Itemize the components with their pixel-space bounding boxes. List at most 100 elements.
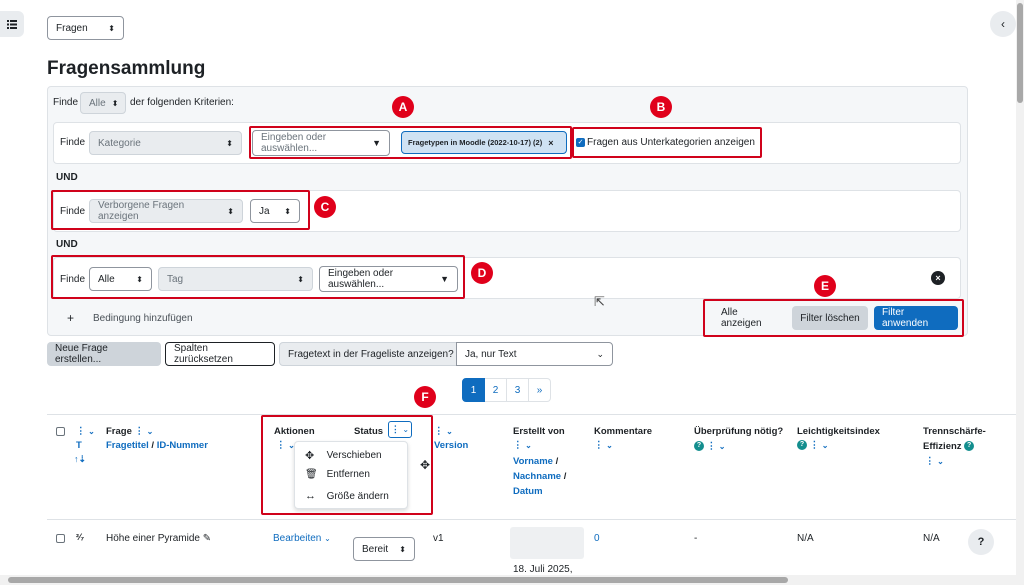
kebab-comments-column[interactable]: ⋮ ⌄ (594, 438, 613, 453)
select-arrow-icon: ⬍ (226, 138, 233, 148)
mouse-pointer-icon: ⇱ (594, 294, 605, 309)
created-date: 18. Juli 2025, (513, 564, 573, 575)
row-checkbox[interactable] (56, 534, 65, 543)
filter-type-value: Kategorie (98, 137, 141, 149)
show-text-label: Fragetext in der Frageliste anzeigen? (279, 342, 457, 366)
horizontal-scrollbar[interactable] (0, 575, 1016, 585)
help-icon[interactable]: ? (694, 441, 704, 452)
page-2[interactable]: 2 (485, 378, 507, 402)
question-column-header: Frage ⋮ ⌄ (106, 424, 153, 439)
horizontal-scrollbar-thumb[interactable] (8, 577, 788, 583)
edit-menu-label: Bearbeiten (273, 533, 322, 544)
chevron-down-icon[interactable]: ⌄ (719, 442, 726, 451)
kebab-discrimination-column[interactable]: ⋮ ⌄ (925, 454, 944, 469)
kebab-version-column[interactable]: ⋮ ⌄ (434, 424, 453, 439)
filter-row-find-label: Finde (60, 137, 86, 148)
vertical-scrollbar[interactable] (1016, 0, 1024, 585)
question-id-sort[interactable]: ID-Nummer (157, 440, 208, 451)
right-drawer-button[interactable]: ‹ (990, 11, 1016, 37)
remove-condition-button[interactable]: × (931, 271, 945, 285)
review-header: Überprüfung nötig? ? ⋮ ⌄ (694, 424, 784, 454)
list-icon (7, 19, 17, 29)
question-title-sort[interactable]: Fragetitel (106, 440, 149, 451)
left-drawer-button[interactable] (0, 11, 24, 37)
kebab-icon[interactable]: ⋮ (135, 426, 145, 437)
created-by-header: Erstellt von (513, 426, 565, 437)
filter-mode-value: Alle (89, 97, 106, 109)
select-arrow-icon: ⬍ (108, 23, 115, 33)
filter-top-suffix: der folgenden Kriterien: (130, 97, 234, 108)
created-by-blur (510, 527, 584, 559)
vertical-scrollbar-thumb[interactable] (1017, 3, 1023, 103)
discrimination-header: Trennschärfe- Effizienz ? (923, 424, 986, 454)
review-value: - (694, 533, 698, 544)
type-column-sort[interactable]: T (76, 438, 82, 453)
filter-top-find: Finde (53, 97, 79, 108)
plus-icon[interactable]: + (67, 311, 74, 325)
help-icon[interactable]: ? (964, 441, 975, 452)
question-column-title: Frage (106, 426, 132, 437)
and-label-2: UND (56, 239, 78, 250)
navigation-select-value: Fragen (56, 22, 88, 34)
marker-f: F (414, 386, 436, 408)
page-3[interactable]: 3 (507, 378, 529, 402)
pencil-icon[interactable]: ✎ (203, 533, 211, 544)
marker-d: D (471, 262, 493, 284)
facility-header: Leichtigkeitsindex (797, 426, 880, 437)
kebab-icon[interactable]: ⋮ (810, 440, 820, 451)
pagination: 1 2 3 » (462, 378, 551, 402)
annotation-box-d (51, 255, 465, 299)
kebab-created-column[interactable]: ⋮ ⌄ (513, 438, 532, 453)
annotation-box-e (703, 299, 964, 337)
last-name-sort[interactable]: Nachname (513, 471, 561, 482)
kebab-icon[interactable]: ⋮ (707, 441, 717, 452)
and-label-1: UND (56, 172, 78, 183)
marker-b: B (650, 96, 672, 118)
status-value: Bereit (362, 543, 389, 555)
edit-menu[interactable]: Bearbeiten ⌄ (273, 533, 331, 544)
show-text-value: Ja, nur Text (465, 348, 517, 360)
annotation-box-c (51, 190, 310, 230)
discrimination-header-line1: Trennschärfe- (923, 426, 986, 437)
review-header-label: Überprüfung nötig? (694, 426, 784, 437)
navigation-select[interactable]: Fragen ⬍ (47, 16, 124, 40)
sort-icon[interactable]: ↑⇣ (74, 452, 86, 467)
page-title: Fragensammlung (47, 58, 206, 79)
question-name-label: Höhe einer Pyramide (106, 533, 200, 544)
date-sort[interactable]: Datum (513, 486, 543, 497)
marker-a: A (392, 96, 414, 118)
marker-e: E (814, 275, 836, 297)
filter-mode-select[interactable]: Alle ⬍ (80, 92, 126, 114)
created-by-sort: Vorname / Nachname / Datum (513, 456, 567, 497)
page-1[interactable]: 1 (462, 378, 485, 402)
reset-columns-button[interactable]: Spalten zurücksetzen (165, 342, 275, 366)
filter-type-select[interactable]: Kategorie ⬍ (89, 131, 242, 155)
annotation-box-b (572, 127, 762, 158)
facility-controls: ? ⋮ ⌄ (797, 438, 828, 453)
comments-count[interactable]: 0 (594, 533, 600, 544)
help-icon[interactable]: ? (797, 440, 807, 451)
chevron-down-icon: ⌄ (324, 534, 331, 543)
facility-value: N/A (797, 533, 814, 544)
help-button[interactable]: ? (968, 529, 994, 555)
annotation-box-a (249, 126, 572, 159)
chevron-left-icon: ‹ (1001, 17, 1005, 31)
version-column-sort[interactable]: Version (434, 438, 468, 453)
add-condition-link[interactable]: Bedingung hinzufügen (93, 313, 193, 324)
version-value: v1 (433, 533, 444, 544)
question-sort-separator: / (151, 440, 155, 451)
new-question-button[interactable]: Neue Frage erstellen... (47, 342, 161, 366)
chevron-down-icon[interactable]: ⌄ (147, 427, 154, 436)
question-column-sort: Fragetitel / ID-Nummer (106, 438, 208, 453)
select-arrow-icon: ⬍ (399, 544, 406, 554)
chevron-down-icon[interactable]: ⌄ (822, 441, 829, 450)
status-select[interactable]: Bereit ⬍ (353, 537, 415, 561)
show-text-select[interactable]: Ja, nur Text ⌄ (456, 342, 613, 366)
first-name-sort[interactable]: Vorname (513, 456, 553, 467)
select-all-checkbox[interactable] (56, 427, 65, 436)
page-next[interactable]: » (529, 378, 551, 402)
chevron-down-icon: ⌄ (596, 348, 604, 359)
numerical-question-icon: ²⁄₇ (76, 532, 85, 542)
kebab-type-column[interactable]: ⋮ ⌄ (76, 424, 95, 439)
question-name: Höhe einer Pyramide ✎ (106, 533, 211, 544)
